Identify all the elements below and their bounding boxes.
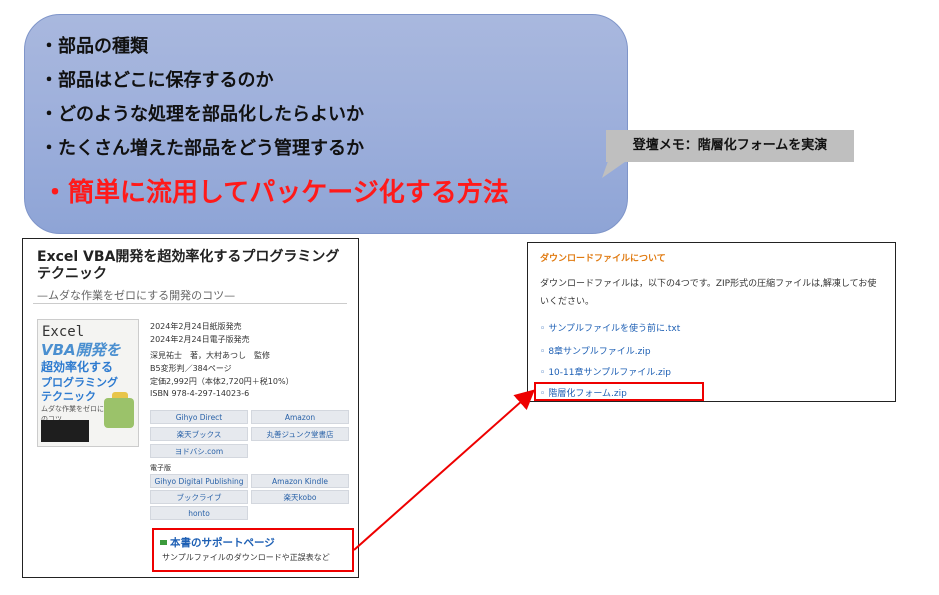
ebook-label: 電子版 [150,464,171,472]
buy-rakuten-button[interactable]: 楽天ブックス [150,427,248,441]
file-link[interactable]: 8章サンプルファイル.zip [548,347,650,357]
file-link[interactable]: 10-11章サンプルファイル.zip [548,368,671,378]
cover-dark-block [41,420,89,442]
info-print-date: 2024年2月24日紙版発売 [150,322,242,331]
info-format: B5変形判／384ページ [150,364,232,373]
book-subtitle: —ムダな作業をゼロにする開発のコツ— [37,289,236,302]
buy-gihyo-direct-button[interactable]: Gihyo Direct [150,410,248,424]
file-link[interactable]: サンプルファイルを使う前に.txt [548,324,680,334]
agenda-line-1: ・部品の種類 [40,36,148,57]
cover-illustration [104,398,134,428]
download-file-2[interactable]: ◦ 8章サンプルファイル.zip [540,344,651,357]
info-price: 定価2,992円（本体2,720円＋税10%） [150,377,294,386]
buy-maruzen-button[interactable]: 丸善ジュンク堂書店 [251,427,349,441]
highlight-box [534,382,704,401]
support-page-desc: サンプルファイルのダウンロードや正誤表など [162,553,330,562]
agenda-line-4: ・たくさん増えた部品をどう管理するか [40,138,364,159]
buy-amazon-button[interactable]: Amazon [251,410,349,424]
support-page-link[interactable]: 本書のサポートページ サンプルファイルのダウンロードや正誤表など [152,528,354,572]
agenda-line-3: ・どのような処理を部品化したらよいか [40,104,364,125]
speaker-note: 登壇メモ：階層化フォームを実演 [606,130,854,162]
ebook-booklive-button[interactable]: ブックライブ [150,490,248,504]
download-file-3[interactable]: ◦ 10-11章サンプルファイル.zip [540,365,671,378]
bullet-icon: ◦ [540,347,546,357]
agenda-highlight: ・簡単に流用してパッケージ化する方法 [42,178,509,208]
download-file-1[interactable]: ◦ サンプルファイルを使う前に.txt [540,321,680,334]
agenda-line-2: ・部品はどこに保存するのか [40,70,274,91]
bullet-icon: ◦ [540,324,546,334]
ebook-kobo-button[interactable]: 楽天kobo [251,490,349,504]
buy-yodobashi-button[interactable]: ヨドバシ.com [150,444,248,458]
divider [33,303,347,304]
info-ebook-date: 2024年2月24日電子版発売 [150,335,250,344]
info-isbn: ISBN 978-4-297-14023-6 [150,389,250,398]
cover-text-efficient: 超効率化する [41,360,114,374]
book-cover-image[interactable]: Excel VBA開発を 超効率化する プログラミング テクニック ムダな作業を… [37,319,139,447]
info-authors: 深見祐士 著，大村あつし 監修 [150,351,270,360]
download-card: ダウンロードファイルについて ダウンロードファイルは，以下の4つです。ZIP形式… [527,242,896,402]
ebook-kindle-button[interactable]: Amazon Kindle [251,474,349,488]
bullet-icon: ◦ [540,368,546,378]
download-description: ダウンロードファイルは，以下の4つです。ZIP形式の圧縮ファイルは,解凍してお使… [540,279,877,307]
ebook-gihyo-button[interactable]: Gihyo Digital Publishing [150,474,248,488]
cover-text-vba: VBA開発を [41,341,121,359]
book-card: Excel VBA開発を超効率化するプログラミングテクニック —ムダな作業をゼロ… [22,238,359,578]
cover-text-excel: Excel [42,324,85,340]
support-bullet-icon [160,540,167,545]
support-page-title: 本書のサポートページ [170,537,275,549]
ebook-honto-button[interactable]: honto [150,506,248,520]
book-title[interactable]: Excel VBA開発を超効率化するプログラミングテクニック [37,249,347,283]
download-heading: ダウンロードファイルについて [540,254,666,264]
cover-text-technique: テクニック [41,390,96,403]
